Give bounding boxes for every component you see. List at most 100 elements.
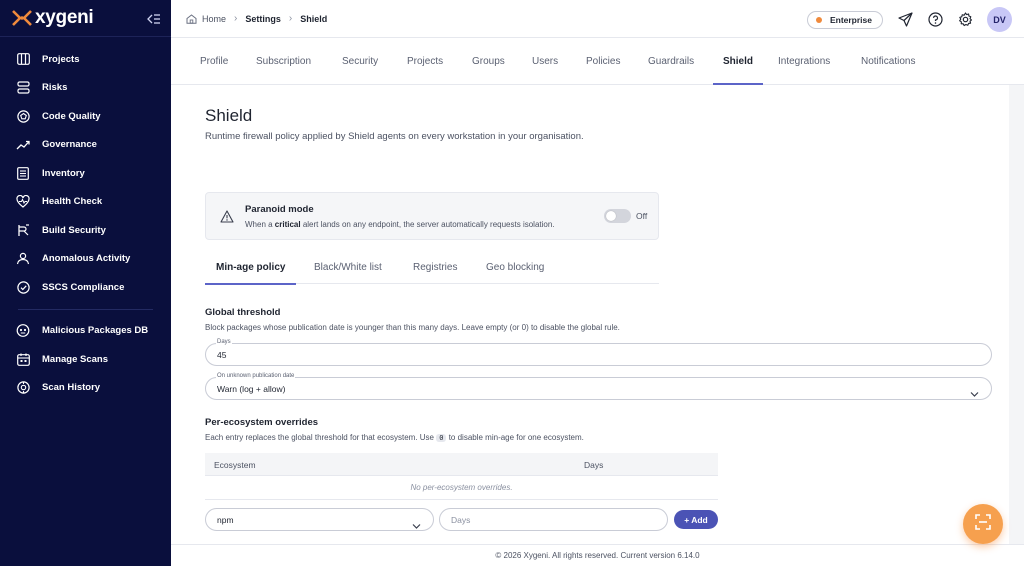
footer: © 2026 Xygeni. All rights reserved. Curr… — [171, 544, 1024, 566]
override-days-field[interactable] — [439, 508, 668, 531]
tab-policies[interactable]: Policies — [586, 38, 620, 85]
tab-subscription[interactable]: Subscription — [256, 38, 311, 85]
malicious-db-icon — [16, 324, 30, 338]
tab-guardrails[interactable]: Guardrails — [648, 38, 694, 85]
sidebar-item-label: Scan History — [42, 382, 101, 394]
sidebar: xygeni Projects Risks Code Quality Gover… — [0, 0, 171, 566]
plan-badge[interactable]: Enterprise — [806, 10, 883, 29]
avatar[interactable]: DV — [987, 7, 1012, 32]
paranoid-mode-description: When a critical alert lands on any endpo… — [245, 220, 555, 229]
sidebar-item-scan-history[interactable]: Scan History — [0, 374, 171, 403]
tab-integrations[interactable]: Integrations — [778, 38, 830, 85]
breadcrumb: Home › Settings › Shield — [171, 13, 327, 24]
manage-scans-icon — [16, 352, 30, 366]
sidebar-item-projects[interactable]: Projects — [0, 45, 171, 74]
ecosystem-value: npm — [217, 515, 234, 525]
breadcrumb-settings[interactable]: Settings — [245, 14, 281, 24]
tab-security[interactable]: Security — [342, 38, 378, 85]
help-icon[interactable] — [927, 12, 943, 28]
paranoid-desc-bold: critical — [274, 220, 301, 229]
sidebar-item-governance[interactable]: Governance — [0, 131, 171, 160]
column-days: Days — [584, 460, 604, 470]
sidebar-item-label: Risks — [42, 82, 68, 94]
brand[interactable]: xygeni — [0, 0, 171, 37]
subtab-min-age-policy[interactable]: Min-age policy — [204, 250, 297, 285]
days-input[interactable] — [217, 350, 917, 360]
home-icon[interactable] — [186, 13, 197, 24]
sidebar-item-label: Anomalous Activity — [42, 253, 131, 265]
tab-profile[interactable]: Profile — [200, 38, 228, 85]
sidebar-item-inventory[interactable]: Inventory — [0, 159, 171, 188]
sidebar-item-malicious-packages-db[interactable]: Malicious Packages DB — [0, 317, 171, 346]
inventory-icon — [16, 166, 30, 180]
sidebar-item-label: Manage Scans — [42, 353, 108, 365]
sidebar-item-label: SSCS Compliance — [42, 281, 125, 293]
sidebar-item-label: Inventory — [42, 167, 85, 179]
days-field-label: Days — [216, 339, 232, 345]
sidebar-item-label: Malicious Packages DB — [42, 325, 149, 337]
gear-icon[interactable] — [957, 12, 973, 28]
main-panel: Shield Runtime firewall policy applied b… — [171, 85, 1009, 544]
chevron-down-icon — [970, 385, 979, 397]
paranoid-desc-part: alert lands on any endpoint, the server … — [300, 220, 555, 229]
tab-groups[interactable]: Groups — [472, 38, 505, 85]
plan-status-dot — [815, 16, 822, 23]
overrides-desc-part: to disable min-age for one ecosystem. — [448, 433, 584, 442]
breadcrumb-home[interactable]: Home — [202, 14, 226, 24]
scan-fab-button[interactable] — [963, 504, 1003, 544]
tab-projects[interactable]: Projects — [407, 38, 443, 85]
paranoid-mode-toggle[interactable] — [604, 209, 631, 223]
chevron-right-icon: › — [234, 13, 238, 24]
overrides-desc-part: Each entry replaces the global threshold… — [205, 433, 435, 442]
subtab-registries[interactable]: Registries — [413, 250, 457, 284]
send-icon[interactable] — [897, 12, 913, 28]
unknown-date-select[interactable]: On unknown publication date Warn (log + … — [205, 373, 992, 400]
sidebar-item-build-security[interactable]: Build Security — [0, 216, 171, 245]
days-field[interactable]: Days — [205, 339, 992, 366]
subtab-geo-blocking[interactable]: Geo blocking — [486, 250, 544, 284]
risks-icon — [16, 81, 30, 95]
global-threshold-description: Block packages whose publication date is… — [205, 323, 620, 332]
page-scrollbar[interactable] — [1009, 85, 1024, 544]
sidebar-item-code-quality[interactable]: Code Quality — [0, 102, 171, 131]
sidebar-divider — [18, 308, 153, 310]
paranoid-mode-state: Off — [636, 211, 648, 221]
overrides-description: Each entry replaces the global threshold… — [205, 433, 584, 442]
paranoid-mode-card: Paranoid mode When a critical alert land… — [205, 192, 659, 240]
chevron-right-icon: › — [288, 13, 293, 24]
table-empty-message: No per-ecosystem overrides. — [205, 476, 718, 500]
plan-name: Enterprise — [829, 14, 872, 25]
tab-shield[interactable]: Shield — [712, 38, 764, 85]
paranoid-desc-part: When a — [245, 220, 275, 229]
ecosystem-select[interactable]: npm — [205, 508, 434, 531]
subtab-black-white-list[interactable]: Black/White list — [314, 250, 382, 284]
table-header: Ecosystem Days — [205, 453, 718, 476]
zero-code: 0 — [436, 434, 447, 442]
overrides-title: Per-ecosystem overrides — [205, 417, 319, 428]
global-threshold-title: Global threshold — [205, 307, 281, 318]
sidebar-item-label: Build Security — [42, 224, 106, 236]
overrides-table: Ecosystem Days No per-ecosystem override… — [205, 453, 718, 500]
xygeni-logo-icon — [12, 10, 32, 26]
sidebar-item-label: Projects — [42, 53, 80, 65]
build-security-icon — [16, 223, 30, 237]
tab-users[interactable]: Users — [532, 38, 558, 85]
sidebar-nav: Projects Risks Code Quality Governance I… — [0, 37, 171, 302]
sidebar-item-manage-scans[interactable]: Manage Scans — [0, 345, 171, 374]
unknown-date-label: On unknown publication date — [216, 373, 296, 379]
add-override-button[interactable]: + Add — [674, 510, 718, 529]
page-title: Shield — [205, 106, 253, 125]
warning-icon — [220, 210, 234, 223]
collapse-sidebar-icon[interactable] — [147, 12, 161, 24]
scan-frame-icon — [975, 513, 991, 535]
tab-notifications[interactable]: Notifications — [861, 38, 915, 85]
code-quality-icon — [16, 109, 30, 123]
sidebar-item-health-check[interactable]: Health Check — [0, 188, 171, 217]
settings-tabs: Profile Subscription Security Projects G… — [171, 38, 1024, 85]
override-days-input[interactable] — [451, 515, 651, 525]
sidebar-item-risks[interactable]: Risks — [0, 74, 171, 103]
sidebar-item-label: Governance — [42, 139, 97, 151]
sidebar-item-sscs-compliance[interactable]: SSCS Compliance — [0, 273, 171, 302]
sidebar-item-label: Code Quality — [42, 110, 101, 122]
sidebar-item-anomalous-activity[interactable]: Anomalous Activity — [0, 245, 171, 274]
